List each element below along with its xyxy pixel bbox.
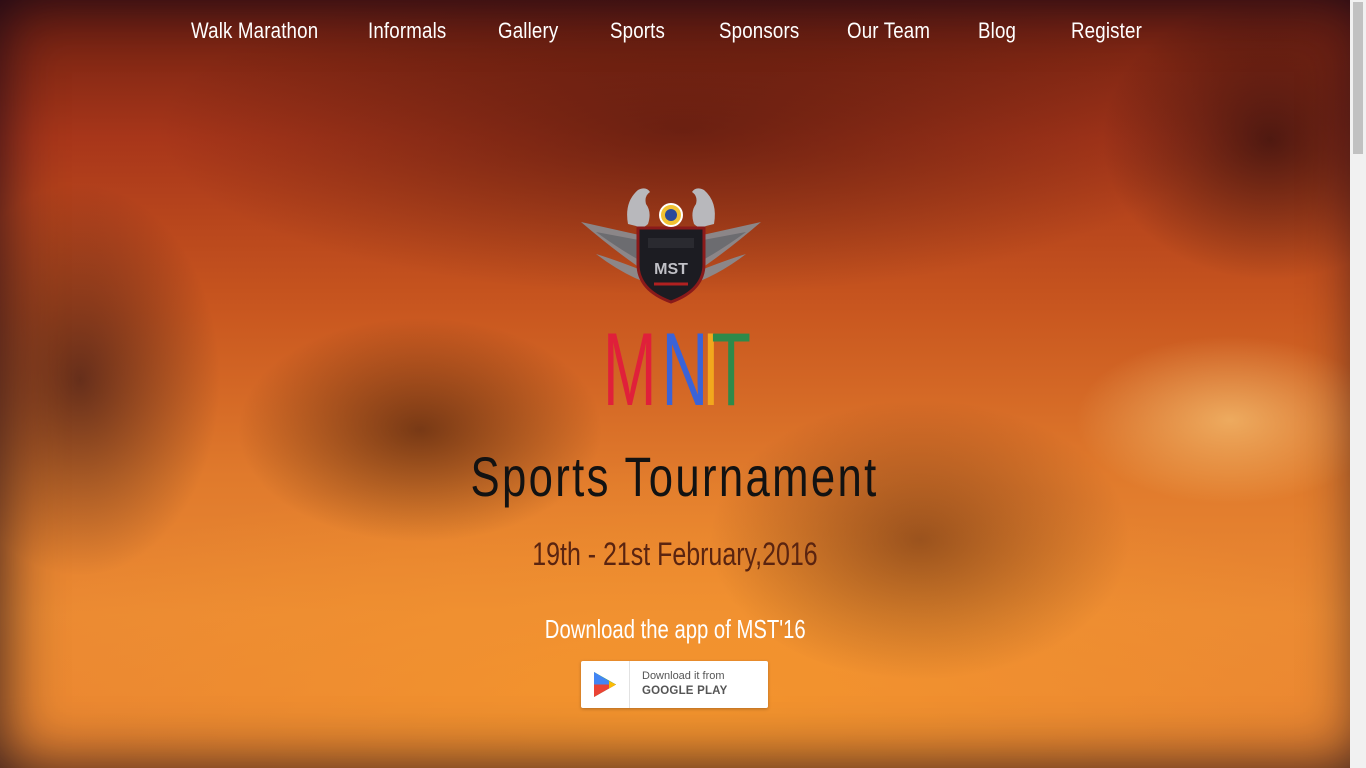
nav-informals[interactable]: Informals <box>368 18 446 44</box>
play-line2: GOOGLE PLAY <box>642 685 728 697</box>
date-text: 19th - 21st February,2016 <box>532 536 818 572</box>
top-nav: Walk Marathon Informals Gallery Sports S… <box>0 0 1350 70</box>
google-play-button[interactable]: Download it from GOOGLE PLAY <box>581 661 768 708</box>
brand-name: MNIT <box>0 318 1350 422</box>
event-date: 19th - 21st February,2016 <box>0 536 1350 573</box>
nav-our-team[interactable]: Our Team <box>847 18 930 44</box>
logo-text: MST <box>654 261 688 278</box>
nav-register[interactable]: Register <box>1071 18 1142 44</box>
vertical-scrollbar[interactable] <box>1350 0 1366 768</box>
mst-logo: MST <box>581 188 761 304</box>
nav-walk-marathon[interactable]: Walk Marathon <box>191 18 318 44</box>
nav-blog[interactable]: Blog <box>978 18 1016 44</box>
page-title: Sports Tournament <box>0 444 1350 509</box>
page: Walk Marathon Informals Gallery Sports S… <box>0 0 1366 768</box>
brand-letter-t: T <box>711 312 752 428</box>
nav-sponsors[interactable]: Sponsors <box>719 18 799 44</box>
google-play-icon <box>594 672 616 697</box>
download-heading: Download the app of MST'16 <box>0 614 1350 645</box>
play-line1: Download it from <box>642 670 725 682</box>
brand-letter-m: M <box>602 312 658 428</box>
nav-sports[interactable]: Sports <box>610 18 665 44</box>
download-text: Download the app of MST'16 <box>544 614 806 644</box>
scrollbar-thumb[interactable] <box>1353 2 1363 154</box>
nav-gallery[interactable]: Gallery <box>498 18 558 44</box>
play-icon-wrapper <box>581 661 630 708</box>
hero-section: MST MNIT Sports Tournament 19th - 21st F… <box>0 0 1350 768</box>
title-text: Sports Tournament <box>470 445 880 508</box>
